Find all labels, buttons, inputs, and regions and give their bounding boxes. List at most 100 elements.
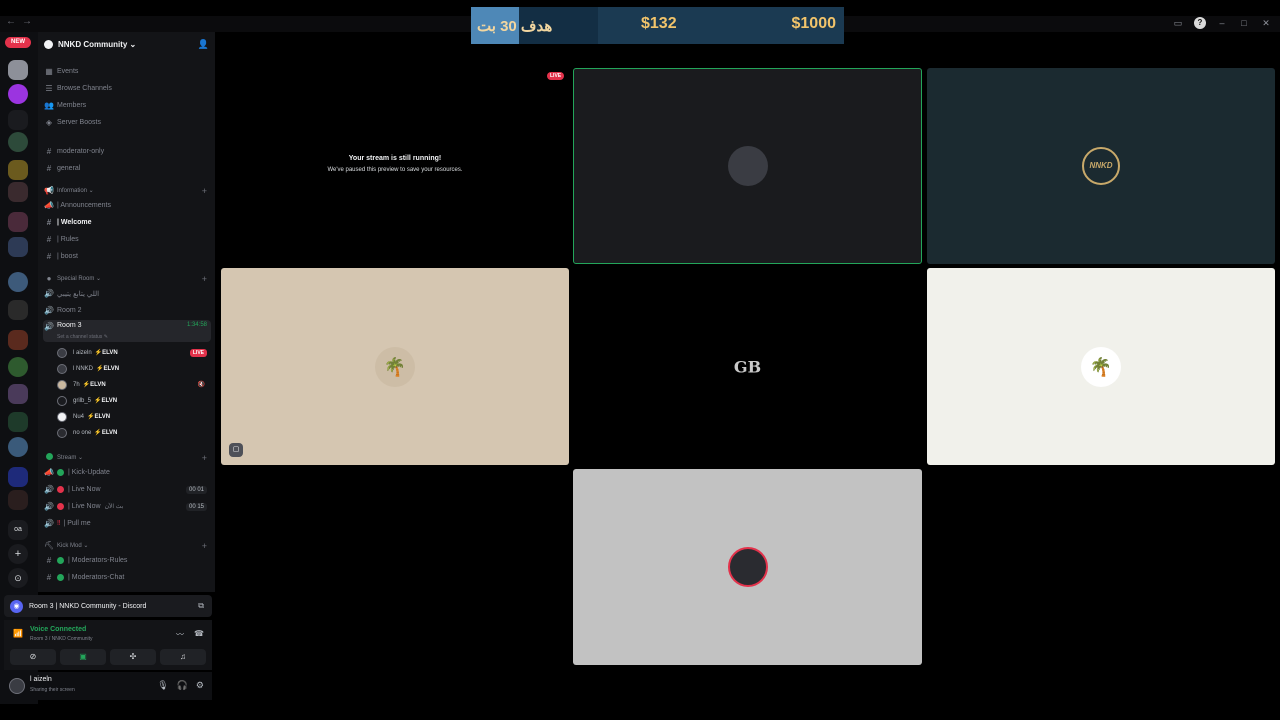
add-channel-icon[interactable]: + xyxy=(202,186,207,196)
channel-special-arabic[interactable]: 🔊 اللي يتابع يتيبي xyxy=(43,286,211,301)
avatar xyxy=(57,411,67,422)
channel-announcements[interactable]: 📣 | Announcements xyxy=(43,198,211,213)
voice-user[interactable]: l NNKD ⚡ELVN xyxy=(57,361,211,376)
share-screen-button[interactable]: ▣ xyxy=(60,649,106,665)
channel-rules[interactable]: # | Rules xyxy=(43,232,211,247)
close-icon[interactable]: ✕ xyxy=(1260,17,1272,29)
username[interactable]: l aizeln xyxy=(30,676,52,683)
inbox-icon[interactable]: ▭ xyxy=(1172,17,1184,29)
camera-off-button[interactable]: ⊘ xyxy=(10,649,56,665)
hash-icon: # xyxy=(46,235,52,244)
server-name: NNKD Community ⌄ xyxy=(58,39,137,49)
server-icon[interactable] xyxy=(8,357,28,377)
channel-status[interactable]: Set a channel status ✎ xyxy=(57,334,108,340)
server-icon[interactable] xyxy=(8,384,28,404)
category-kick-mod[interactable]: ⛏ Kick Mod ⌄ + xyxy=(43,538,211,553)
forward-arrow-icon[interactable]: → xyxy=(22,16,32,27)
settings-gear-icon[interactable]: ⚙ xyxy=(196,680,204,691)
voice-user[interactable]: Nu4 ⚡ELVN xyxy=(57,409,211,424)
disconnect-icon[interactable]: ☎ xyxy=(194,629,204,640)
server-icon[interactable] xyxy=(8,110,28,130)
channel-room-2[interactable]: 🔊 Room 2 xyxy=(43,303,211,318)
server-icon[interactable] xyxy=(8,237,28,257)
category-icon xyxy=(43,453,55,462)
voice-user[interactable]: grilb_5 ⚡ELVN xyxy=(57,393,211,408)
participant-tile-palm[interactable]: 🌴 ▢ xyxy=(221,268,569,465)
activities-button[interactable]: ✣ xyxy=(110,649,156,665)
maximize-icon[interactable]: □ xyxy=(1238,17,1250,29)
invite-icon[interactable]: 👤 xyxy=(198,39,209,50)
channel-moderator-only[interactable]: # moderator-only xyxy=(43,144,211,159)
noise-suppression-icon[interactable]: 〰 xyxy=(176,629,184,640)
discover-icon[interactable]: ⊙ xyxy=(8,568,28,588)
server-boosts-item[interactable]: ◈ Server Boosts xyxy=(43,115,211,130)
events-item[interactable]: ▦ Events xyxy=(43,64,211,79)
soundboard-button[interactable]: ♫ xyxy=(160,649,206,665)
participant-tile-statue[interactable] xyxy=(573,469,922,665)
add-channel-icon[interactable]: + xyxy=(202,541,207,551)
minimize-icon[interactable]: – xyxy=(1216,17,1228,29)
server-icon[interactable] xyxy=(8,132,28,152)
screen-share-icon[interactable]: ▢ xyxy=(229,443,243,457)
voice-user[interactable]: 7h ⚡ELVN 🔇 xyxy=(57,377,211,392)
server-icon[interactable] xyxy=(8,330,28,350)
back-arrow-icon[interactable]: ← xyxy=(6,16,16,27)
server-icon[interactable] xyxy=(8,212,28,232)
participant-tile-nnkd[interactable]: NNKD xyxy=(927,68,1275,264)
server-icon[interactable] xyxy=(8,467,28,487)
live-badge: LIVE xyxy=(547,72,565,80)
live-dot-icon xyxy=(57,503,64,510)
server-icon[interactable] xyxy=(8,412,28,432)
channel-pull-me[interactable]: 🔊 ‼ | Pull me xyxy=(43,516,211,531)
avatar[interactable] xyxy=(9,678,25,694)
microphone-icon[interactable]: 🎙 xyxy=(157,680,168,691)
voice-user[interactable]: l aizeln ⚡ELVN LIVE xyxy=(57,345,211,360)
channel-general[interactable]: # general xyxy=(43,161,211,176)
server-icon[interactable] xyxy=(8,272,28,292)
hash-icon: # xyxy=(46,164,52,173)
server-icon[interactable] xyxy=(8,160,28,180)
user-panel: l aizeln Sharing their screen 🎙 🎧 ⚙ xyxy=(4,672,212,700)
add-channel-icon[interactable]: + xyxy=(202,453,207,463)
participant-tile-emblem[interactable]: 🌴 xyxy=(927,268,1275,465)
channel-live-now-2[interactable]: 🔊 | Live Now بث الآن 00 15 xyxy=(43,499,211,514)
add-channel-icon[interactable]: + xyxy=(202,274,207,284)
help-icon[interactable]: ? xyxy=(1194,17,1206,29)
server-icon[interactable] xyxy=(8,60,28,80)
avatar xyxy=(57,427,67,438)
channel-sidebar: NNKD Community ⌄ 👤 ▦ Events ☰ Browse Chann… xyxy=(38,32,215,592)
channel-live-now-1[interactable]: 🔊 | Live Now 00 01 xyxy=(43,482,211,497)
hash-icon: # xyxy=(46,218,52,227)
category-stream[interactable]: Stream ⌄ + xyxy=(43,450,211,465)
browse-channels-item[interactable]: ☰ Browse Channels xyxy=(43,81,211,96)
voice-user[interactable]: no one ⚡ELVN xyxy=(57,425,211,440)
paused-stream-preview[interactable]: Your stream is still running! We've paus… xyxy=(221,68,569,264)
participant-tile-speaking[interactable] xyxy=(573,68,922,264)
server-icon[interactable] xyxy=(8,182,28,202)
add-server-icon[interactable]: + xyxy=(8,544,28,564)
server-icon[interactable] xyxy=(8,437,28,457)
participant-tile-gb[interactable]: GB xyxy=(573,268,922,465)
server-icon[interactable]: oa xyxy=(8,520,28,540)
members-item[interactable]: 👥 Members xyxy=(43,98,211,113)
stream-popout-bar[interactable]: ◉ Room 3 | NNKD Community - Discord ⧉ xyxy=(4,595,212,617)
nnkd-logo: NNKD xyxy=(1082,147,1120,185)
server-icon[interactable] xyxy=(8,300,28,320)
gb-logo: GB xyxy=(733,357,762,376)
server-header[interactable]: NNKD Community ⌄ 👤 xyxy=(38,32,215,56)
voice-connected-title[interactable]: Voice Connected xyxy=(30,626,86,633)
channel-kick-update[interactable]: 📣 | Kick-Update xyxy=(43,465,211,480)
server-icon[interactable] xyxy=(8,84,28,104)
channel-boost[interactable]: # | boost xyxy=(43,249,211,264)
server-icon[interactable] xyxy=(8,490,28,510)
popout-icon[interactable]: ⧉ xyxy=(198,601,204,611)
channel-moderators-rules[interactable]: # | Moderators-Rules xyxy=(43,553,211,568)
category-icon: ● xyxy=(46,274,52,283)
channel-moderators-chat[interactable]: # | Moderators-Chat xyxy=(43,570,211,585)
category-information[interactable]: 📢 Information ⌄ + xyxy=(43,183,211,198)
channel-welcome[interactable]: # | Welcome xyxy=(43,215,211,230)
category-special-room[interactable]: ● Special Room ⌄ + xyxy=(43,271,211,286)
voice-connected-subtitle: Room 3 / NNKD Community xyxy=(30,636,93,642)
headphones-icon[interactable]: 🎧 xyxy=(177,680,188,691)
room-timer: 1:34:58 xyxy=(186,322,207,328)
